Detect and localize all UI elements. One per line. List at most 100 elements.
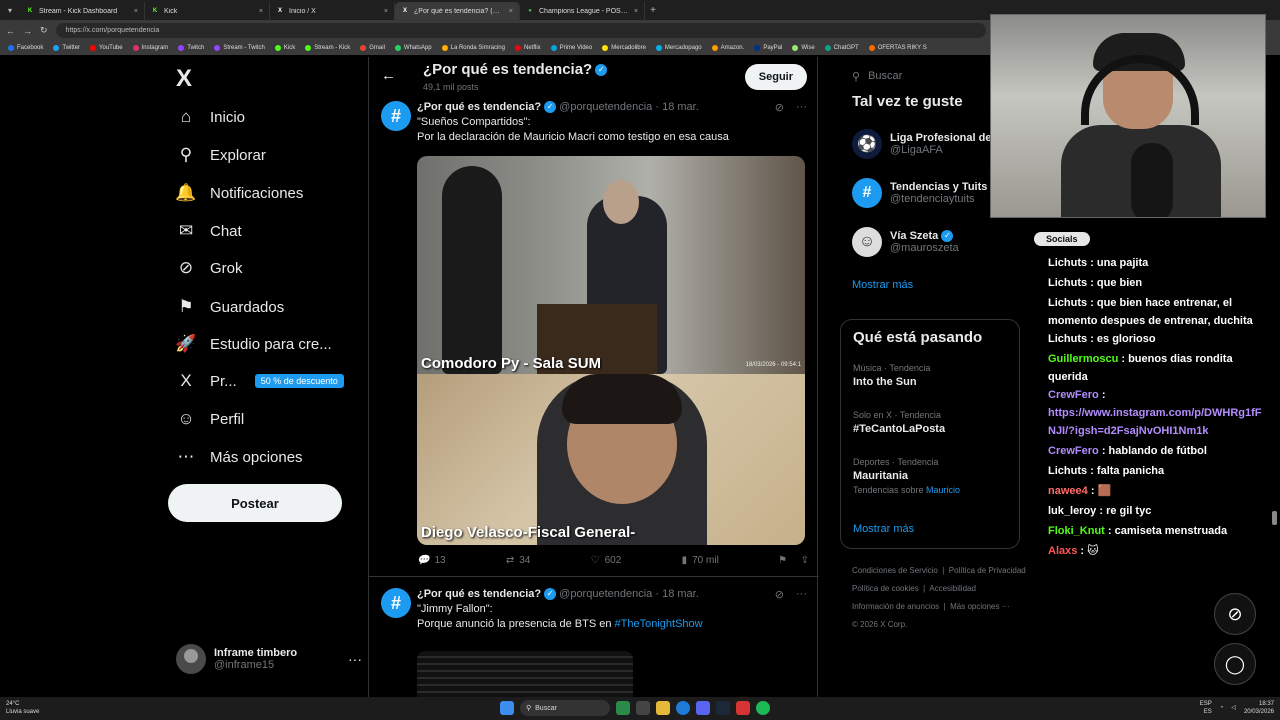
bookmark-item[interactable]: Netflix — [514, 45, 541, 51]
suggestion-item[interactable]: # Tendencias y Tuits @tendenciaytuits — [852, 178, 987, 208]
chat-username[interactable]: nawee4 — [1048, 485, 1088, 497]
browser-tab[interactable]: ● Champions League - POSICIONES × — [520, 2, 645, 20]
new-tab-button[interactable]: + — [645, 5, 661, 16]
sidebar-item-guardados[interactable]: ⚑ Guardados — [176, 297, 284, 317]
scrollbar-thumb[interactable] — [1272, 511, 1277, 525]
back-arrow-icon[interactable]: ← — [381, 67, 396, 84]
trend-item[interactable]: Música · Tendencia Into the Sun — [853, 363, 930, 388]
hashtag-link[interactable]: #TheTonightShow — [615, 618, 703, 630]
steam-icon[interactable] — [716, 701, 730, 715]
bookmark-item[interactable]: PayPal — [754, 45, 782, 51]
forward-icon[interactable]: → — [23, 26, 32, 36]
bookmark-item[interactable]: Wise — [792, 45, 815, 51]
tweet-handle[interactable]: @porquetendencia — [559, 101, 652, 113]
edge-icon[interactable] — [676, 701, 690, 715]
windows-start-icon[interactable] — [500, 701, 514, 715]
chat-bubble-icon[interactable]: ◯ — [1214, 643, 1256, 685]
chat-username[interactable]: Lichuts — [1048, 297, 1087, 309]
bookmark-item[interactable]: Mercadopago — [655, 45, 702, 51]
tweet-avatar[interactable]: # — [381, 101, 411, 131]
tweet-date[interactable]: 18 mar. — [662, 588, 699, 600]
bookmark-item[interactable]: Facebook — [8, 45, 43, 51]
repost-button[interactable]: ⇄ 34 — [506, 555, 531, 566]
bookmark-item[interactable]: Mercadolibre — [602, 45, 646, 51]
tab-list-icon[interactable]: ▾ — [0, 6, 20, 15]
tweet-media[interactable]: Comodoro Py - Sala SUM 18/03/2026 - 09:5… — [417, 156, 805, 545]
more-icon[interactable]: ··· — [796, 588, 807, 601]
back-icon[interactable]: ← — [6, 26, 15, 36]
more-icon[interactable]: ··· — [796, 101, 807, 114]
url-input[interactable]: https://x.com/porquetendencia — [55, 23, 986, 38]
chat-username[interactable]: luk_leroy — [1048, 505, 1096, 517]
views-button[interactable]: ▮ 70 mil — [682, 555, 719, 566]
bookmark-item[interactable]: Stream - Twitch — [214, 45, 265, 51]
discount-badge[interactable]: 50 % de descuento — [254, 374, 344, 388]
browser-tab[interactable]: X ¿Por qué es tendencia? (@po × — [395, 2, 520, 20]
share-icon[interactable]: ⇪ — [801, 555, 809, 566]
bookmark-item[interactable]: La Ronda Simracing — [441, 45, 505, 51]
chat-link[interactable]: https://www.instagram.com/p/DWHRg1fFNJI/… — [1048, 407, 1262, 437]
weather-widget[interactable]: 24°C Lluvia suave — [6, 700, 39, 716]
grok-icon[interactable]: ⊘ — [775, 101, 784, 114]
footer-link[interactable]: Información de anuncios — [852, 602, 939, 611]
chat-username[interactable]: CrewFero — [1048, 445, 1099, 457]
sidebar-item-estudio-para-cre[interactable]: 🚀 Estudio para cre... — [175, 334, 331, 354]
tweet-handle[interactable]: @porquetendencia — [559, 588, 652, 600]
tweet-avatar[interactable]: # — [381, 588, 411, 618]
sidebar-item-grok[interactable]: ⊘ Grok — [176, 258, 243, 278]
footer-link[interactable]: Política de cookies — [852, 584, 919, 593]
footer-link[interactable]: Accesibilidad — [929, 584, 976, 593]
browser-tab[interactable]: X Inicio / X × — [270, 2, 395, 20]
app-icon[interactable] — [736, 701, 750, 715]
bookmark-item[interactable]: Twitter — [53, 45, 80, 51]
post-button[interactable]: Postear — [168, 484, 342, 522]
account-switcher[interactable]: Inframe timbero @inframe15 ··· — [176, 644, 362, 674]
bookmark-item[interactable]: Kick — [274, 45, 295, 51]
chat-username[interactable]: Lichuts — [1048, 257, 1087, 269]
tweet-author[interactable]: ¿Por qué es tendencia? — [417, 588, 541, 600]
chat-username[interactable]: Lichuts — [1048, 333, 1087, 345]
grok-icon[interactable]: ⊘ — [775, 588, 784, 601]
sidebar-item-m-s-opciones[interactable]: ⋯ Más opciones — [176, 447, 303, 467]
volume-icon[interactable]: ◁ — [1231, 704, 1236, 712]
close-icon[interactable]: × — [259, 8, 263, 15]
file-explorer-icon[interactable] — [656, 701, 670, 715]
footer-link[interactable]: Política de Privacidad — [949, 566, 1026, 575]
kick-slash-icon[interactable]: ⊘ — [1214, 593, 1256, 635]
chat-username[interactable]: Floki_Knut — [1048, 525, 1105, 537]
close-icon[interactable]: × — [634, 8, 638, 15]
sidebar-item-inicio[interactable]: ⌂ Inicio — [176, 107, 245, 127]
tweet-media[interactable] — [417, 651, 633, 697]
task-view-icon[interactable] — [636, 701, 650, 715]
sidebar-item-notificaciones[interactable]: 🔔 Notificaciones — [175, 183, 303, 203]
language-indicator[interactable]: ESP ES — [1200, 700, 1212, 716]
close-icon[interactable]: × — [509, 8, 513, 15]
chat-username[interactable]: Lichuts — [1048, 277, 1087, 289]
bookmark-item[interactable]: WhatsApp — [394, 45, 432, 51]
sidebar-item-perfil[interactable]: ☺ Perfil — [176, 409, 244, 429]
wifi-icon[interactable]: ◔ — [1220, 704, 1224, 712]
tweet-author[interactable]: ¿Por qué es tendencia? — [417, 101, 541, 113]
bookmark-item[interactable]: YouTube — [90, 45, 123, 51]
browser-tab[interactable]: K Stream - Kick Dashboard × — [20, 2, 145, 20]
tweet[interactable]: # ¿Por qué es tendencia? ✓ @porquetendenc… — [369, 586, 819, 697]
tweet[interactable]: # ¿Por qué es tendencia? ✓ @porquetendenc… — [369, 99, 819, 577]
chat-username[interactable]: Lichuts — [1048, 465, 1087, 477]
trend-related-link[interactable]: Mauricio — [926, 485, 960, 495]
bookmark-item[interactable]: Amazon. — [711, 45, 744, 51]
more-icon[interactable]: ··· — [348, 651, 362, 667]
footer-link[interactable]: Condiciones de Servicio — [852, 566, 938, 575]
chat-username[interactable]: Guillermoscu — [1048, 353, 1118, 365]
trend-item[interactable]: Deportes · Tendencia Mauritania Tendencia… — [853, 457, 960, 495]
bookmark-icon[interactable]: ⚑ — [779, 555, 787, 566]
reply-button[interactable]: 💬 13 — [417, 555, 446, 566]
follow-button[interactable]: Seguir — [744, 64, 807, 90]
spotify-icon[interactable] — [756, 701, 770, 715]
bookmark-item[interactable]: Prime Video — [550, 45, 592, 51]
show-more-link[interactable]: Mostrar más — [853, 523, 914, 535]
reload-icon[interactable]: ↻ — [40, 25, 48, 36]
sidebar-item-explorar[interactable]: ⚲ Explorar — [176, 145, 266, 165]
chat-username[interactable]: CrewFero — [1048, 389, 1099, 401]
clock[interactable]: 18:37 20/03/2026 — [1244, 700, 1274, 716]
tweet-date[interactable]: 18 mar. — [662, 101, 699, 113]
